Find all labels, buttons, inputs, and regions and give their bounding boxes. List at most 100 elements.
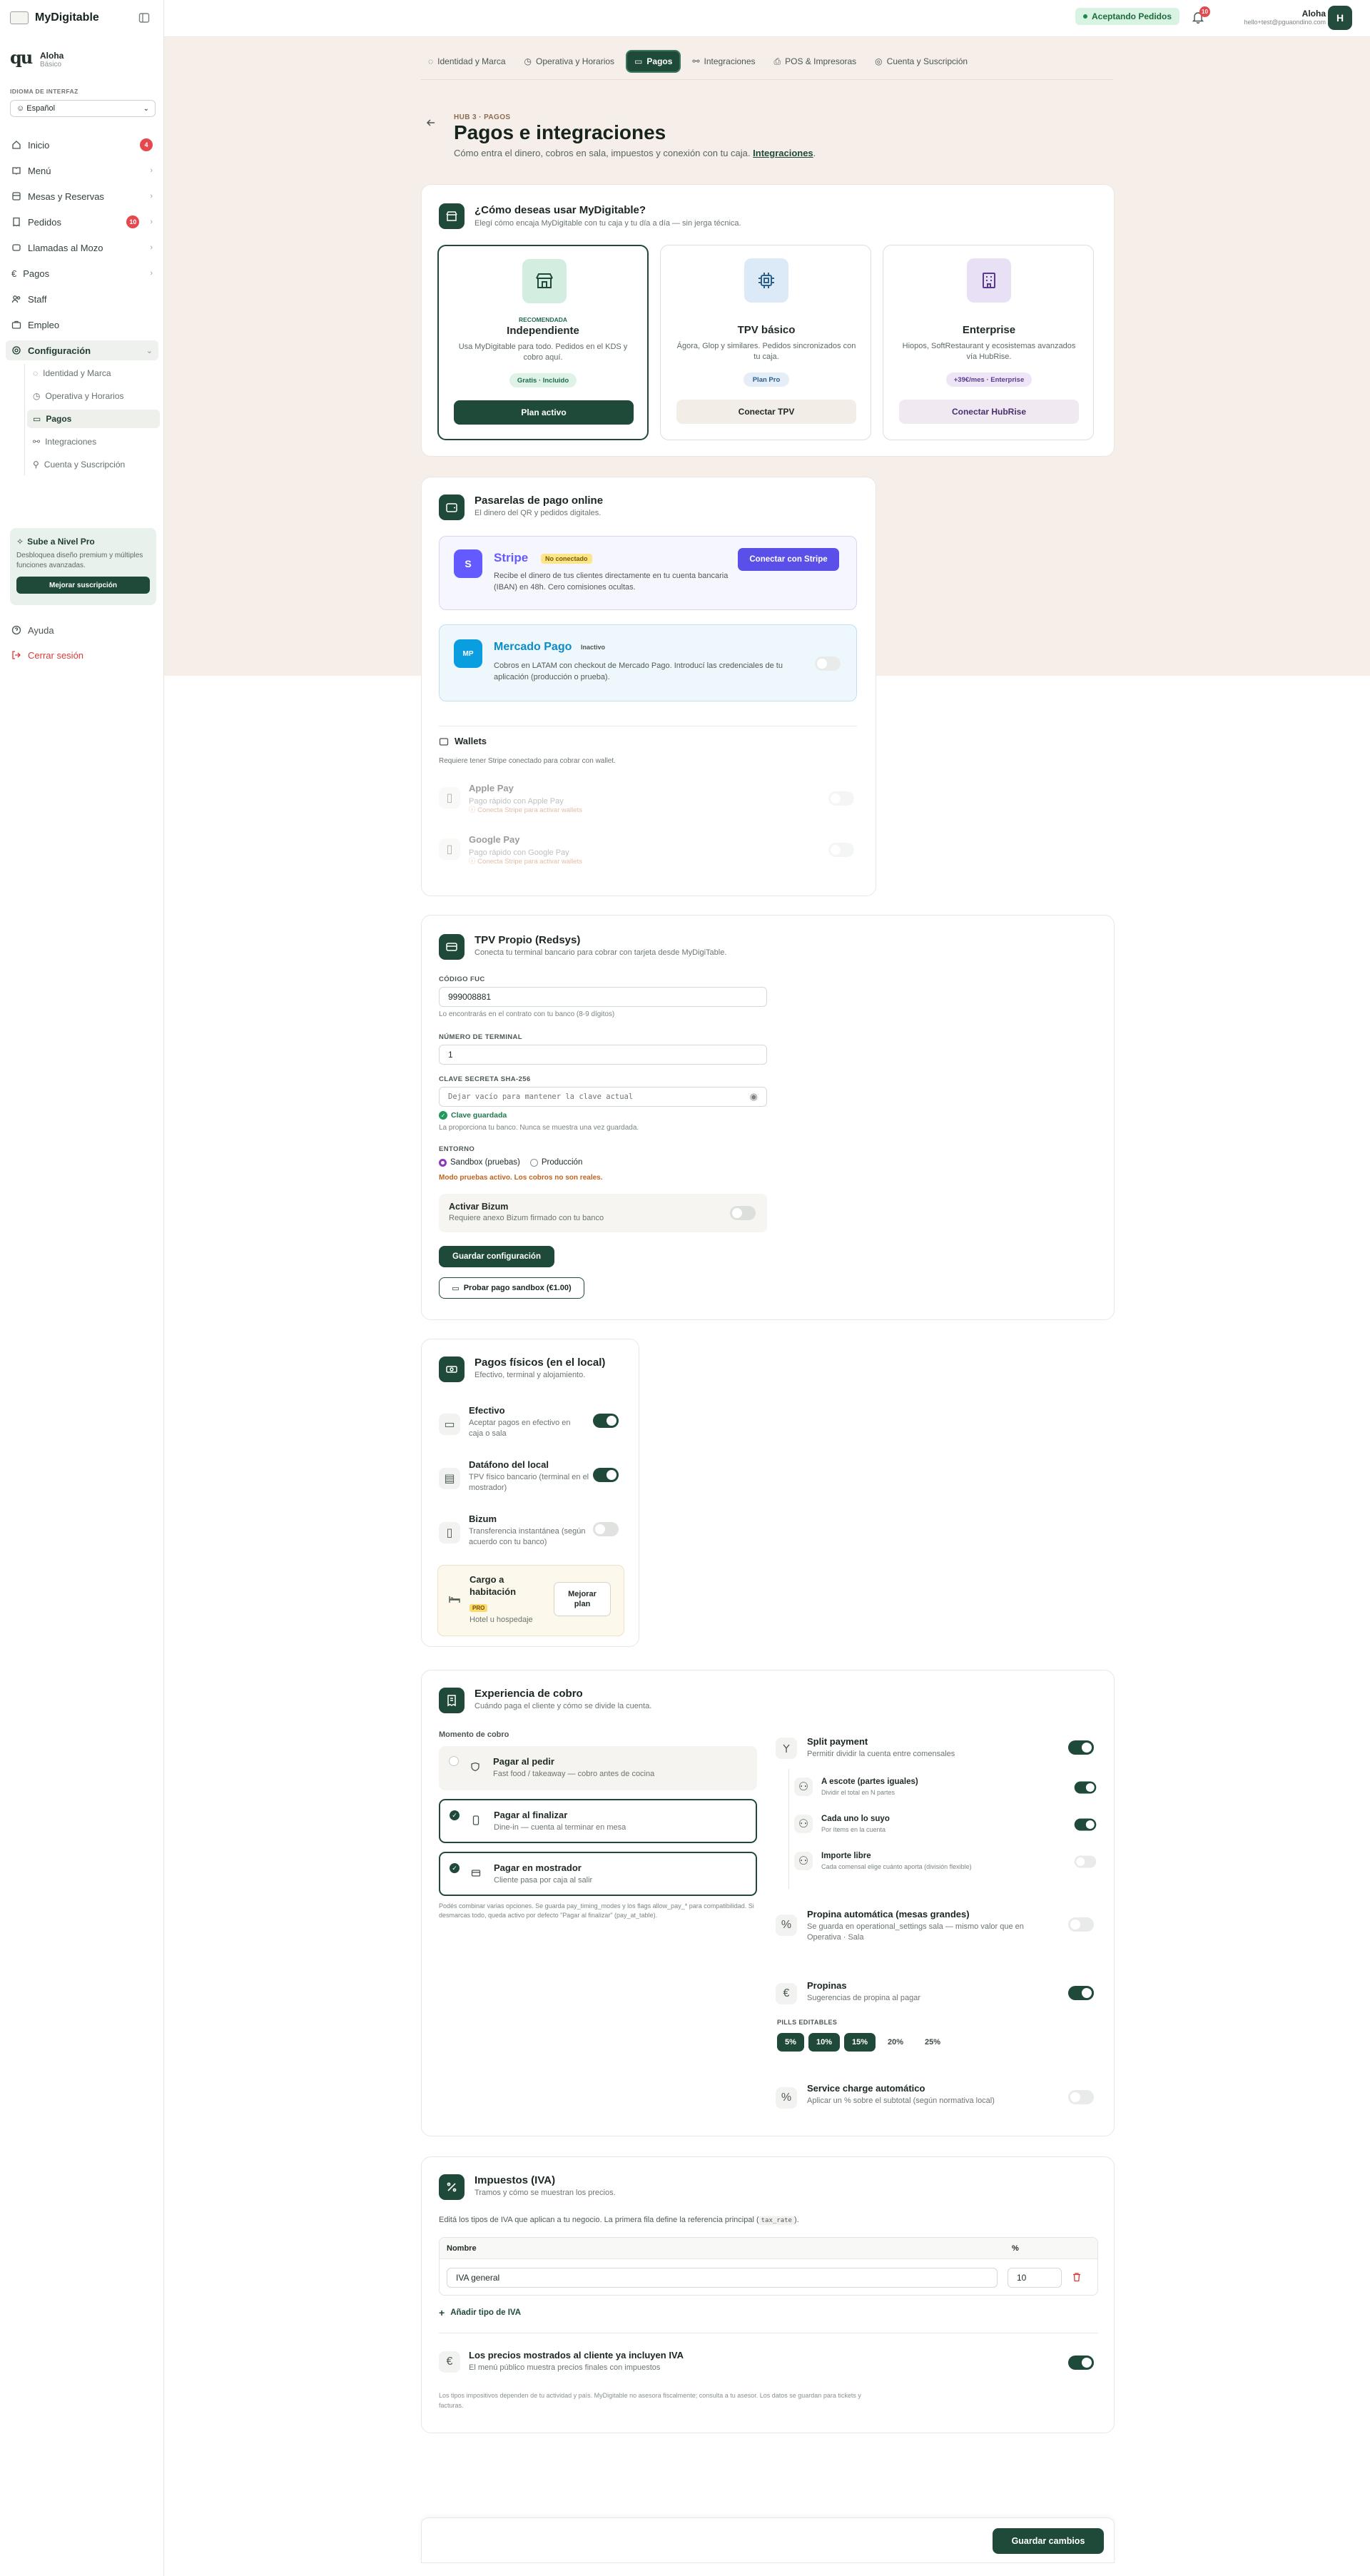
tax-name-input[interactable]: IVA general xyxy=(447,2268,998,2288)
env-sandbox-radio[interactable]: Sandbox (pruebas) xyxy=(439,1158,520,1167)
google-pay-toggle[interactable] xyxy=(828,843,854,857)
tip-pill[interactable]: 25% xyxy=(917,2033,948,2052)
wallet-desc: Pago rápido con Google Pay xyxy=(469,848,569,857)
chevron-right-icon: › xyxy=(150,166,153,175)
moment-option-finish[interactable]: ✓ Pagar al finalizar Dine-in — cuenta al… xyxy=(439,1799,757,1843)
radio-selected-icon xyxy=(439,1158,447,1167)
logout-link[interactable]: Cerrar sesión xyxy=(6,645,158,665)
app-brand[interactable]: MyDigitable xyxy=(10,10,99,26)
card-icon xyxy=(471,1868,481,1878)
tab-integraciones[interactable]: ⚯ Integraciones xyxy=(685,50,762,73)
card-terminal-toggle[interactable] xyxy=(593,1468,619,1482)
sidebar-item-inicio[interactable]: Inicio 4 xyxy=(6,135,158,155)
connect-tpv-button[interactable]: Conectar TPV xyxy=(676,400,856,424)
sidebar-item-ayuda[interactable]: Ayuda xyxy=(6,620,158,640)
sidebar-item-llamadas[interactable]: Llamadas al Mozo › xyxy=(6,238,158,258)
tip-pill[interactable]: 10% xyxy=(808,2033,840,2052)
apple-pay-toggle[interactable] xyxy=(828,791,854,806)
split-free-toggle[interactable] xyxy=(1074,1855,1097,1868)
wallet-note: ⓘ Conecta Stripe para activar wallets xyxy=(469,806,582,814)
sidebar-item-pedidos[interactable]: Pedidos 10 › xyxy=(6,212,158,232)
tab-identidad[interactable]: ◌ Identidad y Marca xyxy=(421,50,513,73)
key-placeholder: Dejar vacío para mantener la clave actua… xyxy=(448,1092,634,1101)
mercadopago-toggle[interactable] xyxy=(815,656,841,671)
subnav-cuenta[interactable]: ⚲ Cuenta y Suscripción xyxy=(27,455,160,474)
tab-pos[interactable]: ⎙ POS & Impresoras xyxy=(767,50,864,73)
sidebar-item-menu[interactable]: Menú › xyxy=(6,161,158,181)
restaurant-switcher[interactable]: qu Aloha Básico xyxy=(10,47,64,71)
card-icon: ▭ xyxy=(452,1284,460,1293)
bizum-activate-toggle[interactable] xyxy=(730,1206,756,1220)
subnav-integraciones[interactable]: ⚯ Integraciones xyxy=(27,432,160,451)
integrations-link[interactable]: Integraciones xyxy=(753,148,813,158)
fuc-label: CÓDIGO FUC xyxy=(439,975,485,983)
service-charge-toggle[interactable] xyxy=(1068,2090,1094,2104)
upgrade-button[interactable]: Mejorar suscripción xyxy=(16,577,150,594)
physical-payments-card: Pagos físicos (en el local) Efectivo, te… xyxy=(421,1339,639,1647)
sidebar-item-mesas[interactable]: Mesas y Reservas › xyxy=(6,186,158,206)
cash-toggle[interactable] xyxy=(593,1414,619,1428)
moment-option-order[interactable]: Pagar al pedir Fast food / takeaway — co… xyxy=(439,1746,757,1790)
eye-icon[interactable]: ◉ xyxy=(750,1091,758,1102)
upgrade-promo: ✧ Sube a Nivel Pro Desbloquea diseño prem… xyxy=(10,528,156,605)
sidebar-item-staff[interactable]: Staff xyxy=(6,289,158,309)
avatar[interactable]: H xyxy=(1328,6,1352,30)
save-changes-button[interactable]: Guardar cambios xyxy=(993,2528,1104,2554)
mercadopago-status: Inactivo xyxy=(581,644,606,651)
back-arrow-icon[interactable] xyxy=(422,114,440,131)
tips-toggle[interactable] xyxy=(1068,1986,1094,2000)
wallets-header: Wallets xyxy=(439,736,487,746)
sidebar-item-empleo[interactable]: Empleo xyxy=(6,315,158,335)
tax-pct-input[interactable]: 10 xyxy=(1008,2268,1062,2288)
split-equal-toggle[interactable] xyxy=(1074,1781,1097,1794)
tip-pill[interactable]: 20% xyxy=(880,2033,911,2052)
split-option-title: Importe libre xyxy=(821,1852,871,1860)
option-tpv-basico[interactable]: TPV básico Ágora, Glop y similares. Pedi… xyxy=(660,245,871,440)
connect-hubrise-button[interactable]: Conectar HubRise xyxy=(899,400,1079,424)
user-info[interactable]: Aloha hello+test@pguaondino.com xyxy=(1244,9,1326,26)
test-sandbox-button[interactable]: ▭ Probar pago sandbox (€1.00) xyxy=(439,1277,584,1299)
moment-option-counter[interactable]: ✓ Pagar en mostrador Cliente pasa por ca… xyxy=(439,1852,757,1896)
option-desc: Ágora, Glop y similares. Pedidos sincron… xyxy=(676,342,856,362)
user-icon: ⚲ xyxy=(33,460,39,470)
terminal-icon xyxy=(439,934,465,960)
tab-pagos[interactable]: ▭ Pagos xyxy=(626,50,681,73)
sidebar-item-pagos[interactable]: € Pagos › xyxy=(6,263,158,283)
subnav-guide-line xyxy=(24,364,25,475)
subnav-pagos[interactable]: ▭ Pagos xyxy=(27,410,160,428)
bizum-toggle[interactable] xyxy=(593,1522,619,1536)
tip-pill[interactable]: 5% xyxy=(777,2033,804,2052)
language-select[interactable]: ☺ Español ⌄ xyxy=(10,100,156,117)
upgrade-plan-button[interactable]: Mejorar plan xyxy=(554,1582,611,1616)
plan-active-button[interactable]: Plan activo xyxy=(454,400,634,425)
tab-operativa[interactable]: ◷ Operativa y Horarios xyxy=(517,50,622,73)
checkout-title: Experiencia de cobro xyxy=(475,1688,583,1700)
sidebar-collapse-icon[interactable] xyxy=(137,11,151,25)
env-prod-radio[interactable]: Producción xyxy=(529,1158,582,1167)
palette-icon: ◌ xyxy=(428,56,434,66)
radio-empty-icon xyxy=(529,1158,538,1167)
vat-included-toggle[interactable] xyxy=(1068,2356,1094,2370)
add-tax-button[interactable]: + Añadir tipo de IVA xyxy=(439,2307,521,2318)
split-payment-toggle[interactable] xyxy=(1068,1740,1094,1755)
accepting-orders-badge[interactable]: Aceptando Pedidos xyxy=(1075,8,1180,25)
terminal-input[interactable]: 1 xyxy=(439,1045,767,1065)
page-subtitle: Cómo entra el dinero, cobros en sala, im… xyxy=(454,148,816,158)
save-config-button[interactable]: Guardar configuración xyxy=(439,1246,554,1267)
user-email: hello+test@pguaondino.com xyxy=(1244,19,1326,26)
fuc-input[interactable]: 999008881 xyxy=(439,987,767,1007)
connect-stripe-button[interactable]: Conectar con Stripe xyxy=(738,548,839,571)
subnav-identidad[interactable]: ◌ Identidad y Marca xyxy=(27,364,160,382)
tab-cuenta[interactable]: ◎ Cuenta y Suscripción xyxy=(868,50,975,73)
option-independiente[interactable]: RECOMENDADA Independiente Usa MyDigitabl… xyxy=(437,245,649,440)
sidebar-item-configuracion[interactable]: Configuración ⌄ xyxy=(6,340,158,360)
split-items-toggle[interactable] xyxy=(1074,1818,1097,1831)
secret-key-input[interactable]: Dejar vacío para mantener la clave actua… xyxy=(439,1087,767,1107)
tip-pill[interactable]: 15% xyxy=(844,2033,876,2052)
bell-icon[interactable]: 10 xyxy=(1190,6,1210,25)
subnav-operativa[interactable]: ◷ Operativa y Horarios xyxy=(27,387,160,405)
usage-mode-card: ¿Cómo deseas usar MyDigitable? Elegí cóm… xyxy=(421,184,1115,457)
option-enterprise[interactable]: Enterprise Hiopos, SoftRestaurant y ecos… xyxy=(883,245,1094,440)
trash-icon[interactable] xyxy=(1072,2272,1082,2282)
auto-tip-toggle[interactable] xyxy=(1068,1917,1094,1932)
